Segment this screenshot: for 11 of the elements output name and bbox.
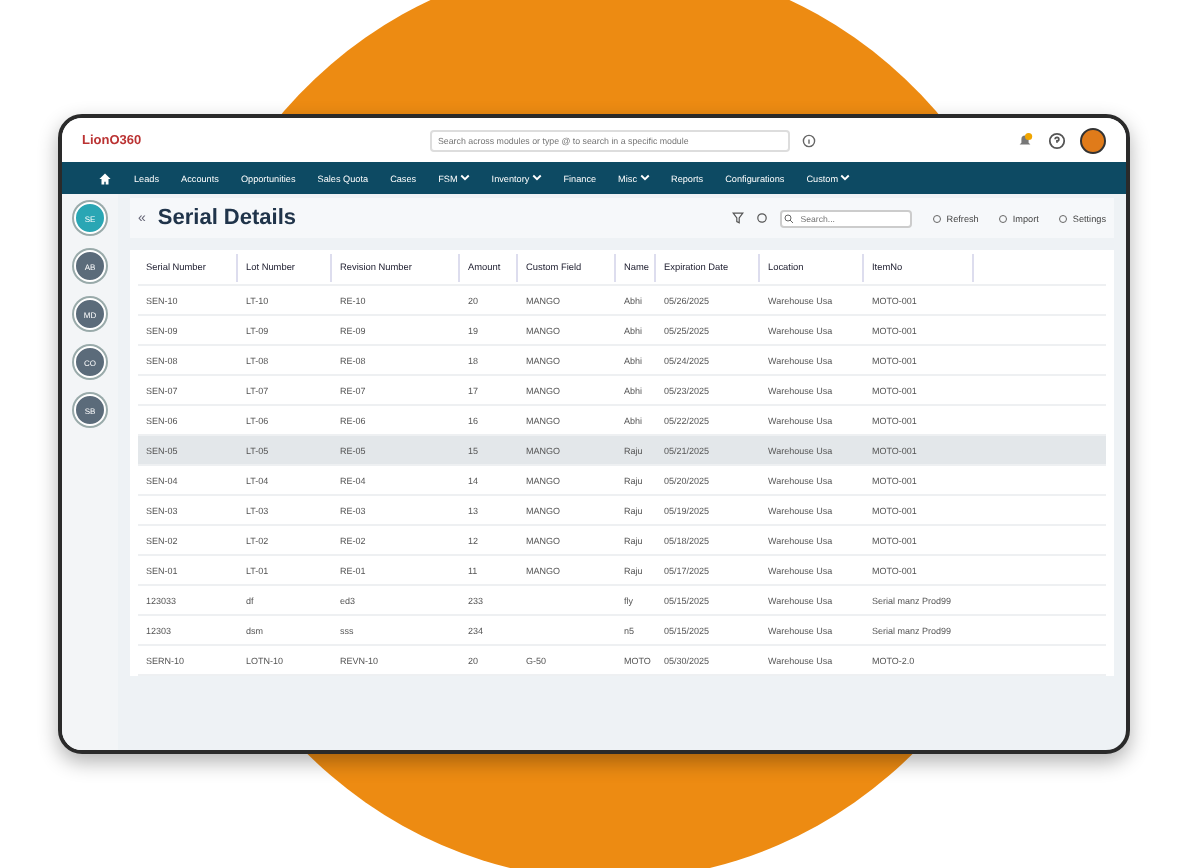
search-icon [784, 213, 795, 223]
home-icon[interactable] [98, 171, 112, 185]
filter-icon[interactable] [732, 212, 745, 224]
page-title: Serial Details [157, 206, 296, 230]
bell-icon[interactable] [1016, 131, 1034, 149]
action-icon [998, 213, 1009, 223]
info-icon[interactable] [802, 133, 816, 147]
action-icon [932, 213, 943, 223]
help-icon[interactable] [1048, 131, 1066, 149]
avatar[interactable] [1080, 127, 1106, 153]
action-icon [1058, 213, 1069, 223]
